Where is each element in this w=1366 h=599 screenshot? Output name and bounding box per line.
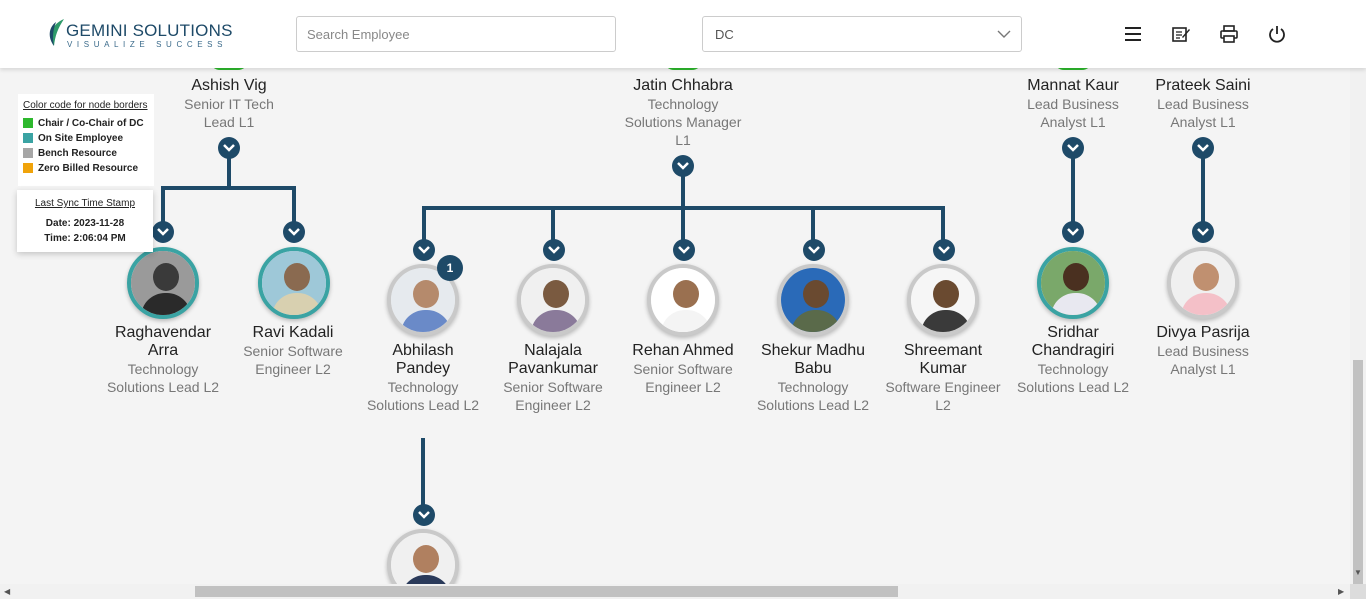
last-sync-box: Last Sync Time Stamp Date: 2023-11-28 Ti… (17, 190, 153, 252)
avatar[interactable] (777, 264, 849, 336)
expand-toggle-icon[interactable] (1192, 137, 1214, 159)
logo-brand: GEMINI SOLUTIONS (66, 21, 233, 40)
company-logo[interactable]: GEMINI SOLUTIONS VISUALIZE SUCCESS (46, 18, 232, 50)
sync-time: Time: 2:06:04 PM (44, 233, 126, 244)
collapse-toggle-icon[interactable] (933, 239, 955, 261)
collapse-toggle-icon[interactable] (543, 239, 565, 261)
node-name: Divya Pasrija (1156, 324, 1250, 341)
edit-note-icon[interactable] (1171, 24, 1191, 44)
node-title: Lead Business Analyst L1 (1157, 343, 1249, 377)
filter-select[interactable]: DC (702, 16, 1022, 52)
collapse-toggle-icon[interactable] (1192, 221, 1214, 243)
node-title: Technology Solutions Manager L1 (624, 96, 742, 148)
node-sridhar-chandragiri[interactable]: Sridhar Chandragiri Technology Solutions… (1008, 324, 1138, 396)
node-ravi-kadali[interactable]: Ravi Kadali Senior Software Engineer L2 (228, 324, 358, 378)
node-title: Software Engineer L2 (885, 379, 1001, 413)
node-title: Technology Solutions Lead L2 (366, 379, 480, 413)
collapse-toggle-icon[interactable] (803, 239, 825, 261)
collapse-toggle-icon[interactable] (152, 221, 174, 243)
node-divya-pasrija[interactable]: Divya Pasrija Lead Business Analyst L1 (1138, 324, 1268, 378)
avatar[interactable] (517, 264, 589, 336)
legend-swatch (23, 118, 33, 128)
node-title: Technology Solutions Lead L2 (756, 379, 870, 413)
node-name: Jatin Chhabra (633, 77, 733, 94)
collapse-toggle-icon[interactable] (283, 221, 305, 243)
collapse-toggle-icon[interactable] (1062, 221, 1084, 243)
legend-item: Chair / Co-Chair of DC (23, 118, 154, 133)
avatar[interactable] (127, 247, 199, 319)
node-name: Ravi Kadali (252, 324, 334, 341)
node-title: Senior Software Engineer L2 (503, 379, 603, 413)
avatar[interactable] (1167, 247, 1239, 319)
vertical-scroll-thumb[interactable] (1353, 360, 1363, 584)
node-name: Prateek Saini (1155, 77, 1251, 94)
node-title: Lead Business Analyst L1 (1027, 96, 1119, 130)
chevron-down-icon (997, 30, 1011, 38)
top-header: GEMINI SOLUTIONS VISUALIZE SUCCESS DC (0, 0, 1366, 68)
filter-selected-value: DC (715, 27, 734, 42)
sync-title: Last Sync Time Stamp (34, 198, 136, 209)
expand-toggle-icon[interactable] (218, 137, 240, 159)
avatar[interactable] (258, 247, 330, 319)
horizontal-scroll-thumb[interactable] (195, 586, 898, 597)
node-mannat-kaur[interactable]: Mannat Kaur Lead Business Analyst L1 (1008, 77, 1138, 131)
report-count-badge: 1 (437, 255, 463, 281)
node-title: Senior Software Engineer L2 (243, 343, 343, 377)
node-ashish-vig[interactable]: Ashish Vig Senior IT Tech Lead L1 (164, 77, 294, 131)
node-name: Raghavendar Arra (114, 324, 212, 359)
logo-tagline: VISUALIZE SUCCESS (67, 40, 228, 49)
node-raghavendar-arra[interactable]: Raghavendar Arra Technology Solutions Le… (98, 324, 228, 396)
search-employee-input[interactable] (296, 16, 616, 52)
legend-swatch (23, 148, 33, 158)
node-name: Ashish Vig (191, 77, 267, 94)
scroll-right-arrow-icon[interactable]: ▶ (1338, 587, 1344, 596)
node-name: Nalajala Pavankumar (508, 342, 598, 377)
node-shreemant-kumar[interactable]: Shreemant Kumar Software Engineer L2 (878, 342, 1008, 414)
node-title: Senior IT Tech Lead L1 (184, 96, 274, 130)
node-name: Mannat Kaur (1027, 77, 1119, 94)
scroll-left-arrow-icon[interactable]: ◀ (4, 587, 10, 596)
scroll-down-arrow-icon[interactable]: ▼ (1354, 568, 1362, 577)
border-color-legend: Color code for node borders Chair / Co-C… (18, 94, 154, 186)
node-abhilash-pandey[interactable]: Abhilash Pandey Technology Solutions Lea… (358, 342, 488, 414)
avatar[interactable] (1037, 247, 1109, 319)
expand-toggle-icon[interactable] (1062, 137, 1084, 159)
scrollbar-corner (1350, 584, 1366, 599)
horizontal-scrollbar[interactable]: ◀ ▶ (0, 584, 1350, 599)
legend-item: Bench Resource (23, 148, 154, 163)
node-name: Shreemant Kumar (903, 342, 983, 377)
node-title: Technology Solutions Lead L2 (106, 361, 220, 395)
node-title: Technology Solutions Lead L2 (1016, 361, 1130, 395)
legend-swatch (23, 163, 33, 173)
legend-title: Color code for node borders (23, 100, 148, 111)
node-name: Rehan Ahmed (632, 342, 734, 359)
node-name: Shekur Madhu Babu (760, 342, 866, 377)
expand-toggle-icon[interactable] (672, 155, 694, 177)
org-chart-canvas[interactable]: Ashish Vig Senior IT Tech Lead L1 Jatin … (0, 0, 1350, 584)
sync-date: Date: 2023-11-28 (45, 218, 125, 229)
avatar[interactable] (647, 264, 719, 336)
collapse-toggle-icon[interactable] (673, 239, 695, 261)
legend-swatch (23, 133, 33, 143)
legend-item: On Site Employee (23, 133, 154, 148)
legend-item: Zero Billed Resource (23, 163, 154, 178)
node-rehan-ahmed[interactable]: Rehan Ahmed Senior Software Engineer L2 (618, 342, 748, 396)
node-prateek-saini[interactable]: Prateek Saini Lead Business Analyst L1 (1138, 77, 1268, 131)
avatar[interactable] (907, 264, 979, 336)
collapse-toggle-icon[interactable] (413, 504, 435, 526)
power-icon[interactable] (1267, 24, 1287, 44)
collapse-toggle-icon[interactable] (413, 239, 435, 261)
node-nalajala-pavankumar[interactable]: Nalajala Pavankumar Senior Software Engi… (488, 342, 618, 414)
node-jatin-chhabra[interactable]: Jatin Chhabra Technology Solutions Manag… (618, 77, 748, 149)
node-title: Senior Software Engineer L2 (633, 361, 733, 395)
node-title: Lead Business Analyst L1 (1157, 96, 1249, 130)
menu-icon[interactable] (1123, 24, 1143, 44)
vertical-scrollbar[interactable]: ▼ (1350, 68, 1366, 584)
leaf-logo-icon (49, 19, 64, 46)
node-name: Sridhar Chandragiri (1031, 324, 1115, 359)
node-name: Abhilash Pandey (392, 342, 454, 377)
print-icon[interactable] (1219, 24, 1239, 44)
node-shekur-madhu-babu[interactable]: Shekur Madhu Babu Technology Solutions L… (748, 342, 878, 414)
avatar[interactable] (387, 529, 459, 584)
